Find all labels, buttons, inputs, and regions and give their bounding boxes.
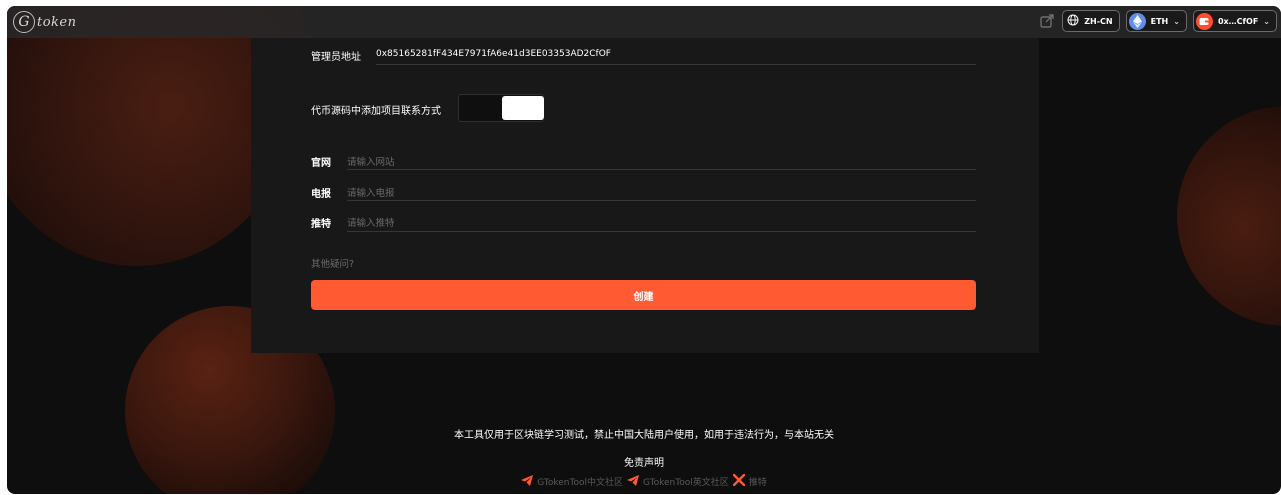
telegram-label: 电报 [311, 189, 331, 200]
network-selector[interactable]: ETH ⌄ [1125, 10, 1187, 32]
app-frame: G token ZH-CN ETH ⌄ 0x…CfOF ⌄ 管理员地址 0x85… [7, 6, 1281, 494]
website-label: 官网 [311, 158, 331, 169]
community-cn-label: GTokenTool中文社区 [537, 478, 623, 488]
twitter-input[interactable]: 请输入推特 [347, 215, 395, 229]
top-header: G token ZH-CN ETH ⌄ 0x…CfOF ⌄ [7, 6, 1281, 38]
contact-toggle-switch[interactable] [458, 94, 544, 122]
twitter-link-label: 推特 [748, 478, 767, 488]
twitter-underline [347, 231, 976, 232]
admin-address-underline [376, 64, 976, 65]
telegram-input[interactable]: 请输入电报 [347, 185, 395, 199]
contact-toggle-label: 代币源码中添加项目联系方式 [311, 106, 441, 117]
twitter-label: 推特 [311, 219, 331, 230]
globe-icon [1067, 14, 1079, 28]
community-cn-link[interactable]: GTokenTool中文社区 [521, 474, 623, 489]
usage-notice: 本工具仅用于区块链学习测试，禁止中国大陆用户使用，如用于违法行为，与本站无关 [454, 430, 834, 441]
background-orb-right [1177, 106, 1281, 326]
wallet-address: 0x…CfOF [1217, 16, 1259, 26]
chevron-down-icon: ⌄ [1173, 16, 1180, 26]
logo-mark: G [13, 11, 35, 33]
logo-text: token [37, 14, 77, 30]
x-icon [732, 473, 745, 489]
language-selector[interactable]: ZH-CN [1062, 10, 1120, 32]
telegram-underline [347, 200, 976, 201]
social-links: GTokenTool中文社区 GTokenTool英文社区 推特 [7, 473, 1281, 489]
wallet-button[interactable]: 0x…CfOF ⌄ [1192, 10, 1277, 32]
disclaimer-link[interactable]: 免责声明 [7, 454, 1281, 469]
wallet-icon [1195, 12, 1213, 30]
telegram-icon [521, 474, 534, 489]
community-en-label: GTokenTool英文社区 [642, 478, 729, 488]
website-underline [347, 169, 976, 170]
admin-address-value: 0x85165281fF434E7971fA6e41d3EE03353AD2Cf… [376, 49, 611, 59]
share-icon[interactable] [1038, 12, 1056, 30]
twitter-link[interactable]: 推特 [732, 473, 767, 489]
telegram-icon [626, 474, 639, 489]
toggle-knob [502, 96, 544, 120]
header-actions: ZH-CN ETH ⌄ 0x…CfOF ⌄ [1038, 10, 1277, 32]
other-questions-link[interactable]: 其他疑问? [311, 256, 354, 270]
community-en-link[interactable]: GTokenTool英文社区 [626, 474, 729, 489]
network-label: ETH [1150, 16, 1169, 26]
admin-address-label: 管理员地址 [311, 52, 361, 63]
ethereum-icon [1128, 12, 1146, 30]
create-button[interactable]: 创建 [311, 280, 976, 310]
chevron-down-icon: ⌄ [1263, 16, 1270, 26]
site-logo[interactable]: G token [13, 10, 77, 34]
token-form-card: 管理员地址 0x85165281fF434E7971fA6e41d3EE0335… [251, 38, 1039, 353]
website-input[interactable]: 请输入网站 [347, 154, 395, 168]
language-label: ZH-CN [1084, 16, 1113, 26]
